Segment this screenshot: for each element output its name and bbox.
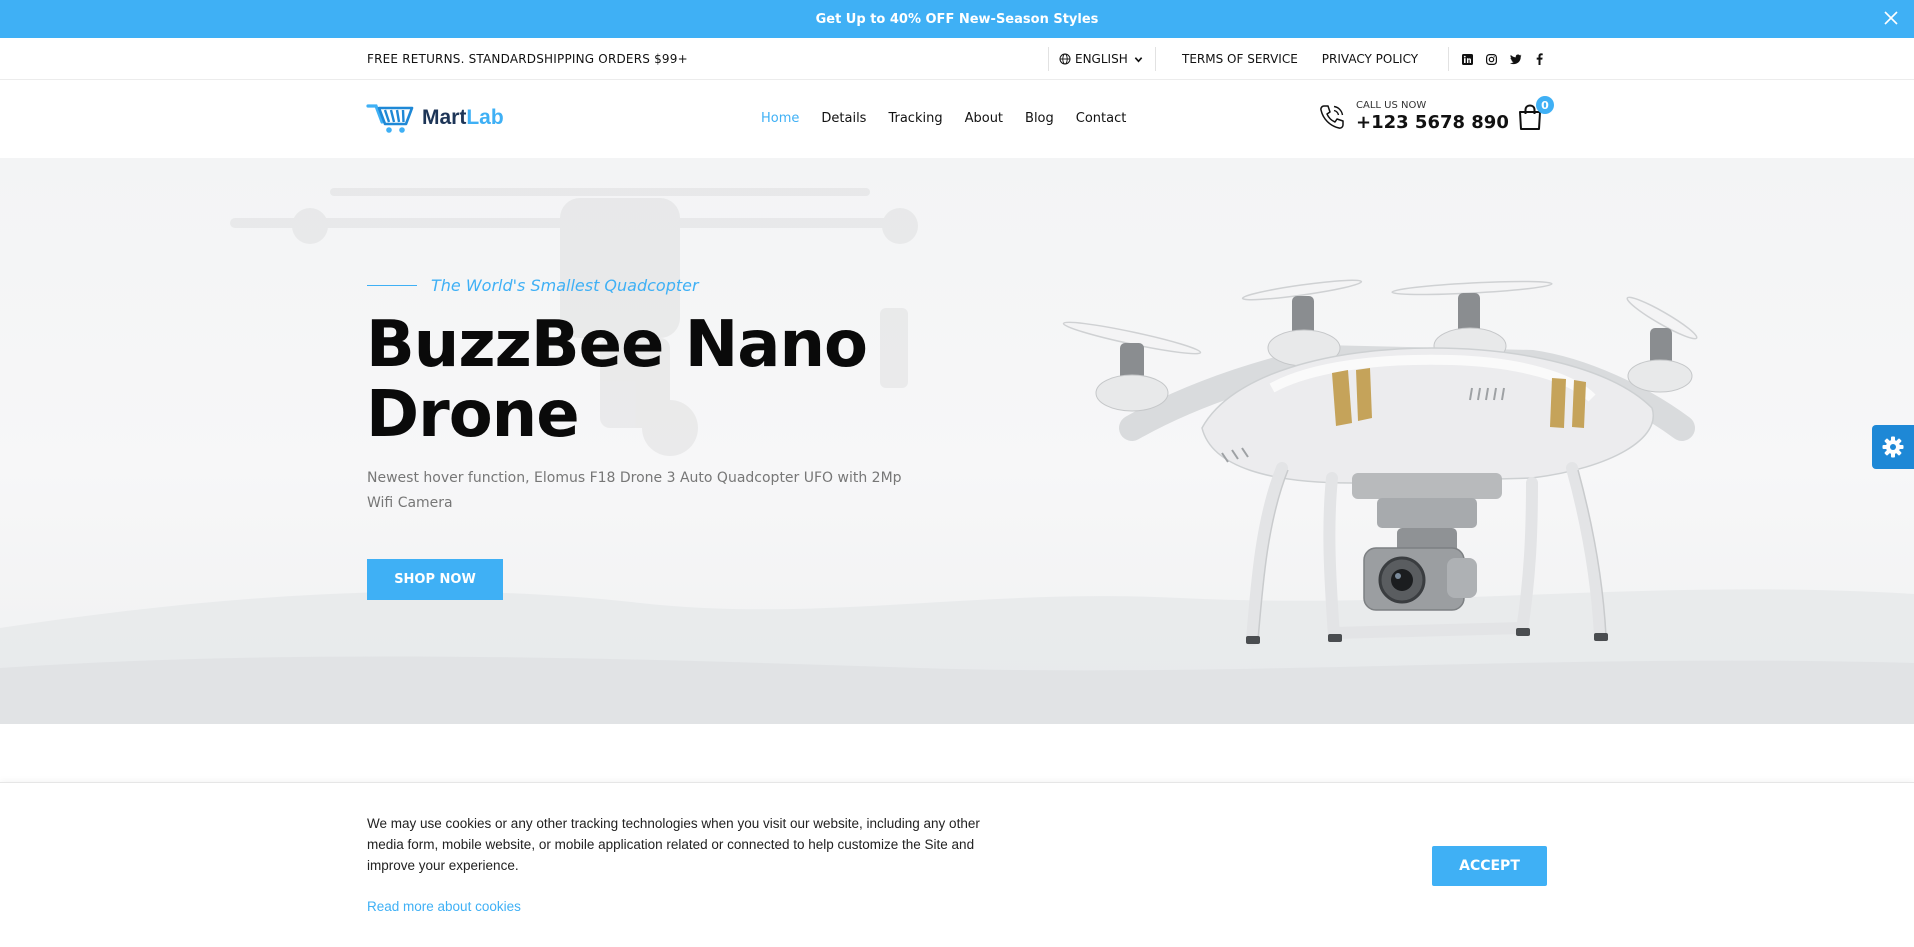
instagram-icon[interactable] (1485, 53, 1498, 66)
hero-title: BuzzBee Nano Drone (366, 308, 868, 452)
gear-icon (1882, 436, 1904, 458)
linkedin-icon[interactable] (1461, 53, 1474, 66)
close-icon[interactable] (1882, 9, 1900, 27)
social-links (1448, 47, 1546, 71)
main-header: MartLab Home Details Tracking About Blog… (0, 80, 1914, 158)
twitter-icon[interactable] (1509, 53, 1522, 66)
phone-number: +123 5678 890 (1356, 112, 1509, 133)
announcement-text: Get Up to 40% OFF New-Season Styles (815, 11, 1099, 27)
call-label: CALL US NOW (1356, 100, 1427, 111)
announcement-bar: Get Up to 40% OFF New-Season Styles (0, 0, 1914, 38)
shop-now-button[interactable]: SHOP NOW (367, 559, 503, 600)
call-us[interactable]: CALL US NOW +123 5678 890 (1318, 100, 1509, 133)
nav-home[interactable]: Home (761, 111, 799, 126)
logo-text-lab: Lab (466, 106, 504, 129)
shipping-notice: FREE RETURNS. STANDARDSHIPPING ORDERS $9… (367, 52, 688, 66)
logo-text: MartLab (422, 106, 504, 130)
nav-details[interactable]: Details (821, 111, 866, 126)
phone-icon (1320, 104, 1344, 129)
nav-contact[interactable]: Contact (1076, 111, 1127, 126)
cart-logo-icon (366, 104, 414, 133)
language-label: ENGLISH (1075, 52, 1128, 66)
cookie-text: We may use cookies or any other tracking… (367, 816, 980, 873)
nav-about[interactable]: About (965, 111, 1003, 126)
hero-eyebrow: The World's Smallest Quadcopter (367, 276, 699, 295)
cart-count-badge: 0 (1536, 96, 1554, 114)
cookie-read-more-link[interactable]: Read more about cookies (367, 899, 521, 914)
cookie-banner: We may use cookies or any other tracking… (0, 782, 1914, 947)
nav-blog[interactable]: Blog (1025, 111, 1054, 126)
terms-link[interactable]: TERMS OF SERVICE (1182, 52, 1298, 66)
logo-text-mart: Mart (422, 106, 467, 129)
privacy-link[interactable]: PRIVACY POLICY (1322, 52, 1418, 66)
hero-description: Newest hover function, Elomus F18 Drone … (367, 470, 902, 511)
language-selector[interactable]: ENGLISH (1048, 47, 1156, 71)
logo[interactable]: MartLab (366, 102, 504, 134)
main-nav: Home Details Tracking About Blog Contact (761, 111, 1126, 126)
accept-cookies-button[interactable]: ACCEPT (1432, 846, 1547, 886)
hero-banner: The World's Smallest Quadcopter BuzzBee … (0, 158, 1914, 724)
settings-toggle-button[interactable] (1872, 425, 1914, 469)
top-links: TERMS OF SERVICE PRIVACY POLICY (1182, 52, 1418, 66)
cart-button[interactable]: 0 (1518, 96, 1554, 134)
drone-product-image (1062, 279, 1698, 646)
globe-icon (1059, 53, 1071, 65)
chevron-down-icon (1134, 56, 1142, 63)
facebook-icon[interactable] (1533, 53, 1546, 66)
nav-tracking[interactable]: Tracking (888, 111, 942, 126)
top-bar: FREE RETURNS. STANDARDSHIPPING ORDERS $9… (0, 38, 1914, 80)
eyebrow-line (367, 285, 417, 286)
hero-subtitle: The World's Smallest Quadcopter (431, 276, 699, 295)
